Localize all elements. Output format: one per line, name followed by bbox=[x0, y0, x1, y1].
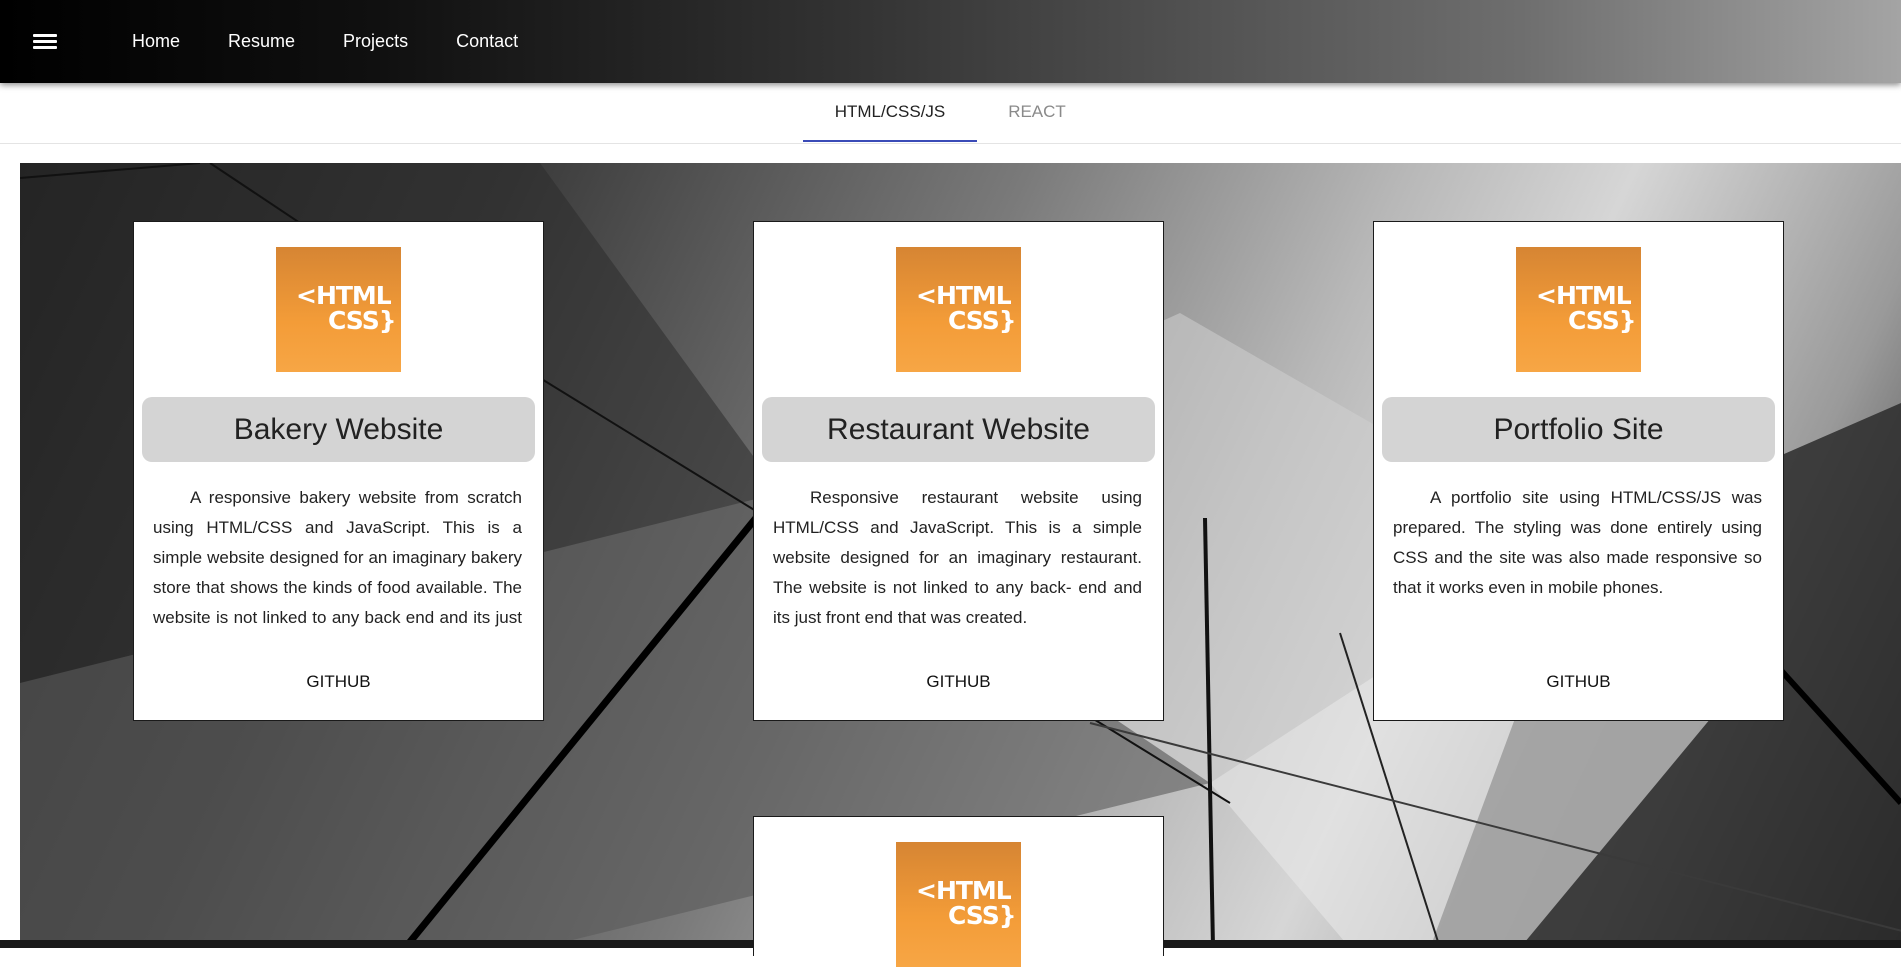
nav-projects-link[interactable]: Projects bbox=[333, 25, 418, 58]
logo-text-line2: CSS} bbox=[948, 306, 1016, 335]
nav-links: Home Resume Projects Contact bbox=[108, 0, 542, 83]
hamburger-menu-icon[interactable] bbox=[28, 27, 62, 55]
nav-home-link[interactable]: Home bbox=[122, 25, 190, 58]
logo-text-line2: CSS} bbox=[328, 306, 396, 335]
nav-resume-link[interactable]: Resume bbox=[218, 25, 305, 58]
project-description: A portfolio site using HTML/CSS/JS was p… bbox=[1393, 488, 1762, 597]
project-title: Restaurant Website bbox=[762, 397, 1155, 462]
project-title: Portfolio Site bbox=[1382, 397, 1775, 462]
top-navbar: Home Resume Projects Contact bbox=[0, 0, 1901, 83]
github-link[interactable]: GITHUB bbox=[1374, 672, 1783, 692]
project-card: <HTML CSS} Restaurant Website Responsive… bbox=[753, 221, 1164, 721]
project-card: <HTML CSS} Portfolio Site A portfolio si… bbox=[1373, 221, 1784, 721]
logo-text-line2: CSS} bbox=[1568, 306, 1636, 335]
tab-html-css-js[interactable]: HTML/CSS/JS bbox=[803, 83, 977, 142]
github-link[interactable]: GITHUB bbox=[754, 672, 1163, 692]
logo-text-line2: CSS} bbox=[948, 901, 1016, 930]
html-css-logo: <HTML CSS} bbox=[276, 247, 401, 372]
html-css-logo: <HTML CSS} bbox=[1516, 247, 1641, 372]
nav-contact-link[interactable]: Contact bbox=[446, 25, 528, 58]
project-card: <HTML CSS} bbox=[753, 816, 1164, 967]
html-css-logo: <HTML CSS} bbox=[896, 247, 1021, 372]
project-description: Responsive restaurant website using HTML… bbox=[773, 488, 1142, 627]
project-tabs: HTML/CSS/JS REACT bbox=[0, 83, 1901, 144]
html-css-logo: <HTML CSS} bbox=[896, 842, 1021, 967]
tab-react[interactable]: REACT bbox=[977, 83, 1097, 142]
project-description: A responsive bakery website from scratch… bbox=[153, 488, 522, 627]
project-card: <HTML CSS} Bakery Website A responsive b… bbox=[133, 221, 544, 721]
github-link[interactable]: GITHUB bbox=[134, 672, 543, 692]
project-title: Bakery Website bbox=[142, 397, 535, 462]
